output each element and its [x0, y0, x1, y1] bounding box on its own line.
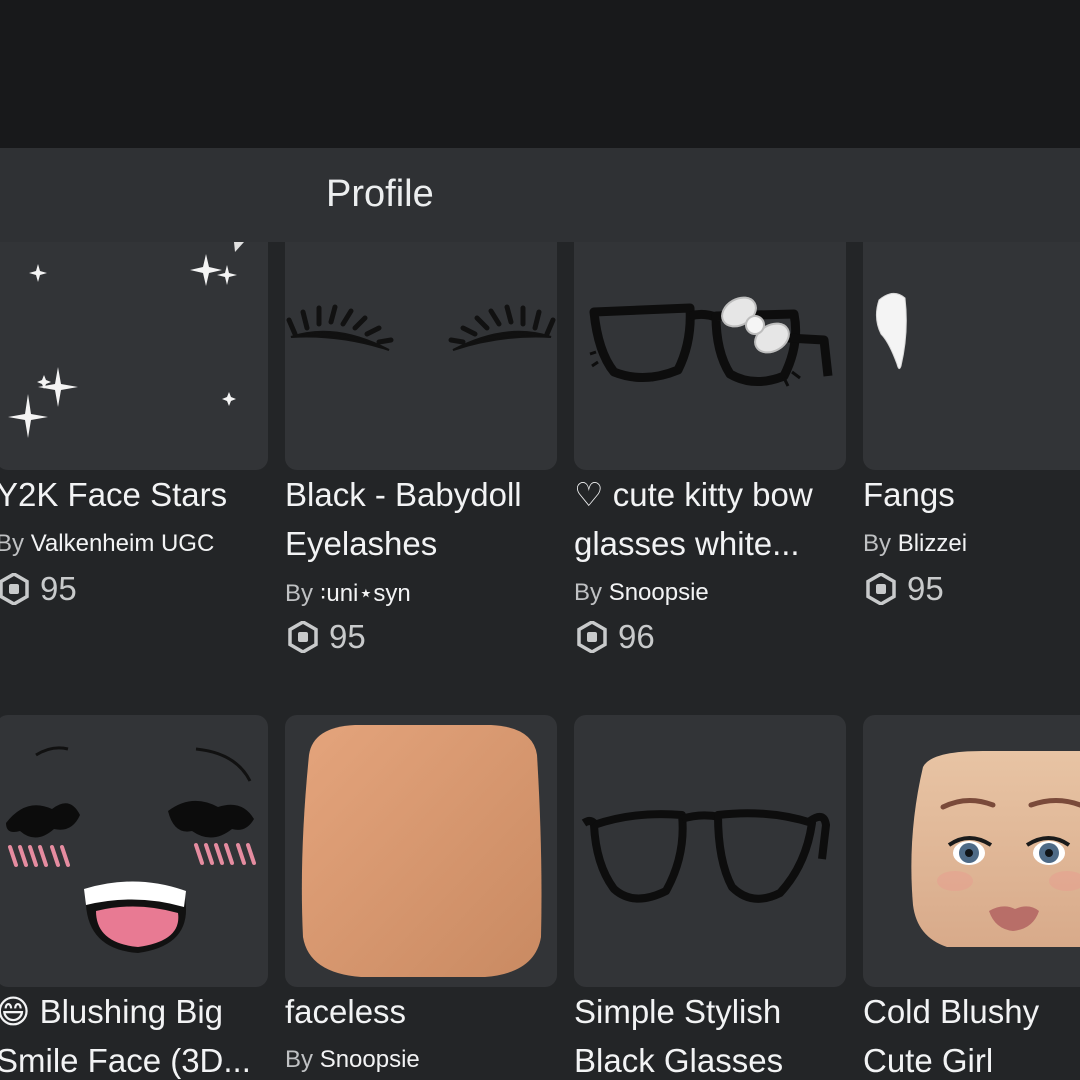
robux-icon — [288, 621, 318, 653]
kitty-bow-glasses-icon — [589, 296, 833, 387]
item-creator[interactable]: By Snoopsie — [574, 579, 709, 607]
item-thumbnail[interactable] — [0, 242, 268, 470]
robux-icon — [577, 621, 607, 653]
item-name[interactable]: Cold Blushy Cute Girl — [863, 987, 1039, 1080]
item-name[interactable]: Y2K Face Stars — [0, 470, 227, 519]
header-bar — [0, 148, 1080, 242]
item-thumbnail[interactable] — [574, 715, 846, 987]
eyelashes-icon — [286, 304, 556, 351]
catalog-grid: Y2K Face Stars By Valkenheim UGC 95 Blac… — [0, 242, 1080, 1080]
item-name[interactable]: Fangs — [863, 470, 955, 519]
item-creator[interactable]: By Blizzei — [863, 530, 967, 558]
cute-girl-head-icon — [911, 751, 1080, 947]
item-creator[interactable]: By ꞉uni⋆syn — [285, 579, 411, 608]
item-thumbnail[interactable] — [0, 715, 268, 987]
item-price: 95 — [0, 570, 77, 608]
item-creator[interactable]: By Snoopsie — [285, 1046, 420, 1074]
item-thumbnail[interactable] — [863, 242, 1080, 470]
item-price: 95 — [287, 618, 366, 656]
item-thumbnail[interactable] — [574, 242, 846, 470]
item-name[interactable]: Black - Babydoll Eyelashes — [285, 470, 522, 568]
robux-icon — [0, 573, 29, 605]
robux-icon — [866, 573, 896, 605]
black-glasses-icon — [581, 809, 830, 903]
item-price: 95 — [865, 570, 944, 608]
blushing-smile-face-icon — [6, 746, 256, 953]
item-thumbnail[interactable] — [285, 715, 557, 987]
item-name[interactable]: faceless — [285, 987, 406, 1036]
item-price: 96 — [576, 618, 655, 656]
page-title: Profile — [326, 173, 434, 215]
item-creator[interactable]: By Valkenheim UGC — [0, 530, 214, 558]
top-bar — [0, 0, 1080, 148]
item-thumbnail[interactable] — [285, 242, 557, 470]
sparkle-stars-icon — [8, 242, 244, 438]
item-name[interactable]: ♡ cute kitty bow glasses white... — [574, 470, 813, 568]
item-name[interactable]: Simple Stylish Black Glasses — [574, 987, 783, 1080]
fang-icon — [875, 293, 907, 370]
item-name[interactable]: 😄 Blushing Big Smile Face (3D... — [0, 987, 251, 1080]
item-thumbnail[interactable] — [863, 715, 1080, 987]
faceless-head-icon — [301, 725, 542, 977]
